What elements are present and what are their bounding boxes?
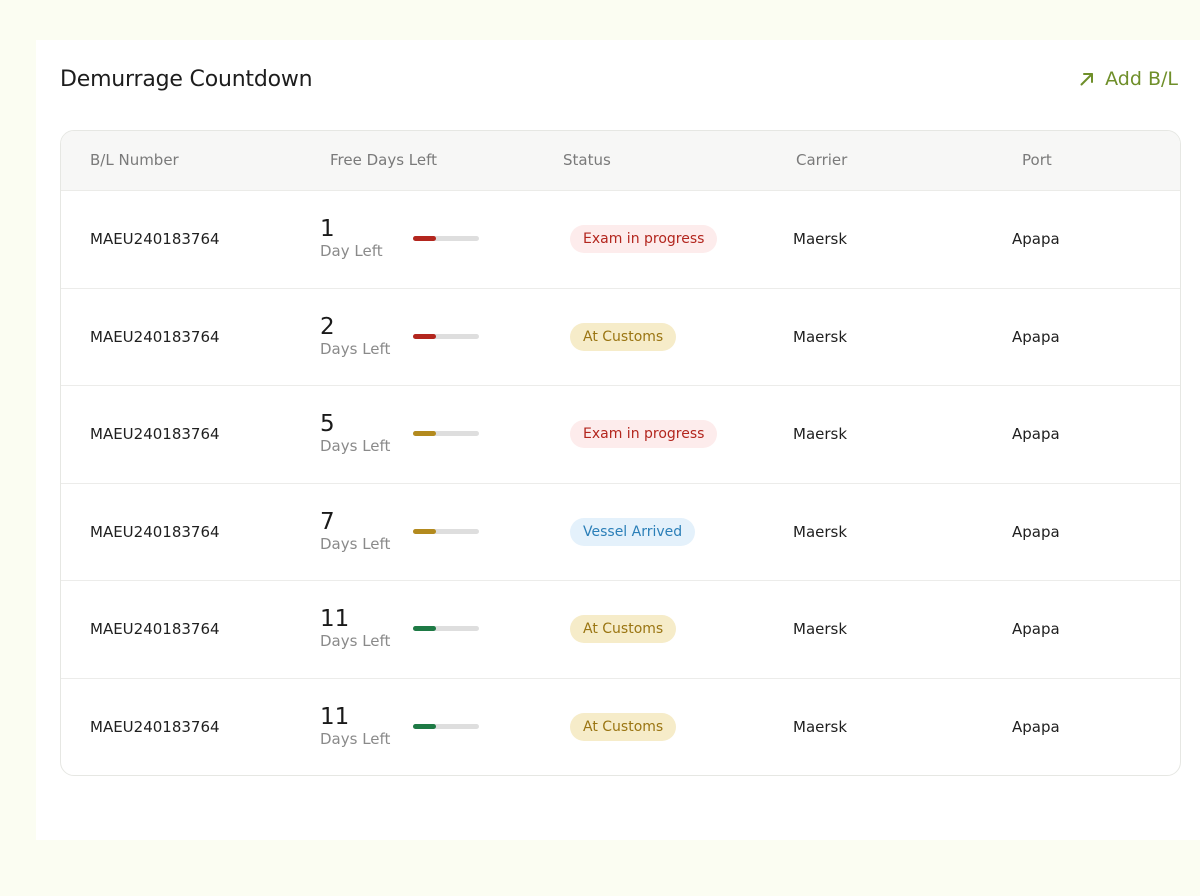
table-row[interactable]: MAEU240183764 11 Days Left At Customs Maersk… [61, 581, 1180, 679]
table-row[interactable]: MAEU240183764 5 Days Left Exam in progress M… [61, 386, 1180, 484]
column-header-status[interactable]: Status [563, 131, 611, 191]
days-progress-bar [413, 626, 479, 632]
column-header-port[interactable]: Port [1022, 131, 1052, 191]
days-count: 7 [320, 508, 335, 535]
days-label: Days Left [320, 534, 391, 553]
add-bl-label: Add B/L [1105, 68, 1178, 90]
carrier-cell: Maersk [793, 230, 848, 249]
port-cell: Apapa [1012, 230, 1060, 249]
days-progress-fill [413, 333, 437, 339]
days-progress-bar [413, 431, 479, 437]
bl-number-cell[interactable]: MAEU240183764 [90, 289, 220, 386]
demurrage-table: B/L Number Free Days Left Status Carrier… [60, 130, 1181, 776]
table-header: B/L Number Free Days Left Status Carrier… [61, 131, 1180, 191]
demurrage-card: Demurrage Countdown Add B/L B/L Number F… [36, 40, 1200, 840]
table-row[interactable]: MAEU240183764 1 Day Left Exam in progress Ma… [61, 191, 1180, 289]
days-label: Days Left [320, 339, 391, 358]
status-cell: At Customs [570, 679, 677, 776]
column-header-bl-number[interactable]: B/L Number [90, 131, 179, 191]
days-label: Days Left [320, 730, 391, 749]
free-days-cell: 2 Days Left [320, 289, 390, 386]
table-row[interactable]: MAEU240183764 11 Days Left At Customs Maersk… [61, 679, 1180, 776]
status-cell: At Customs [570, 581, 677, 678]
free-days-cell: 11 Days Left [320, 679, 391, 776]
page-title: Demurrage Countdown [60, 66, 313, 92]
days-count: 2 [320, 313, 335, 340]
column-header-free-days-left[interactable]: Free Days Left [330, 131, 437, 191]
days-label: Days Left [320, 437, 391, 456]
days-progress-bar [413, 333, 479, 339]
days-count: 11 [320, 606, 350, 633]
port-cell: Apapa [1012, 620, 1060, 639]
table-row[interactable]: MAEU240183764 7 Days Left Vessel Arrived Mae… [61, 484, 1180, 581]
status-cell: At Customs [570, 289, 677, 386]
bl-number-cell[interactable]: MAEU240183764 [90, 484, 220, 581]
days-label: Days Left [320, 632, 391, 651]
days-progress-bar [413, 236, 479, 242]
column-header-carrier[interactable]: Carrier [796, 131, 847, 191]
status-badge: At Customs [570, 713, 677, 742]
free-days-cell: 5 Days Left [320, 386, 390, 483]
carrier-cell: Maersk [793, 522, 848, 541]
days-count: 11 [320, 704, 350, 731]
status-badge: Exam in progress [570, 225, 718, 254]
status-cell: Vessel Arrived [570, 484, 696, 581]
days-progress-fill [413, 528, 437, 534]
port-cell: Apapa [1012, 718, 1060, 737]
days-progress-fill [413, 724, 437, 730]
days-label: Day Left [320, 242, 383, 261]
port-cell: Apapa [1012, 327, 1060, 346]
days-progress-bar [413, 724, 479, 730]
arrow-up-right-icon [1079, 71, 1095, 87]
days-count: 5 [320, 411, 335, 438]
status-badge: At Customs [570, 322, 677, 351]
days-progress-fill [413, 626, 437, 632]
bl-number-cell[interactable]: MAEU240183764 [90, 191, 220, 288]
free-days-cell: 7 Days Left [320, 484, 390, 581]
carrier-cell: Maersk [793, 718, 848, 737]
status-badge: Vessel Arrived [570, 517, 696, 546]
carrier-cell: Maersk [793, 620, 848, 639]
days-progress-fill [413, 431, 437, 437]
days-progress-fill [413, 236, 437, 242]
bl-number-cell[interactable]: MAEU240183764 [90, 679, 220, 776]
status-cell: Exam in progress [570, 191, 718, 288]
bl-number-cell[interactable]: MAEU240183764 [90, 581, 220, 678]
days-count: 1 [320, 216, 335, 243]
free-days-cell: 11 Days Left [320, 581, 390, 678]
days-progress-bar [413, 528, 479, 534]
status-badge: At Customs [570, 615, 677, 644]
add-bl-button[interactable]: Add B/L [1079, 68, 1178, 90]
carrier-cell: Maersk [793, 425, 848, 444]
status-cell: Exam in progress [570, 386, 718, 483]
carrier-cell: Maersk [793, 327, 848, 346]
bl-number-cell[interactable]: MAEU240183764 [90, 386, 220, 483]
status-badge: Exam in progress [570, 420, 718, 449]
port-cell: Apapa [1012, 522, 1060, 541]
port-cell: Apapa [1012, 425, 1060, 444]
table-row[interactable]: MAEU240183764 2 Days Left At Customs Maersk A… [61, 289, 1180, 386]
table-body: MAEU240183764 1 Day Left Exam in progress Ma… [61, 191, 1180, 776]
free-days-cell: 1 Day Left [320, 191, 383, 288]
card-header: Demurrage Countdown Add B/L [60, 62, 1178, 96]
